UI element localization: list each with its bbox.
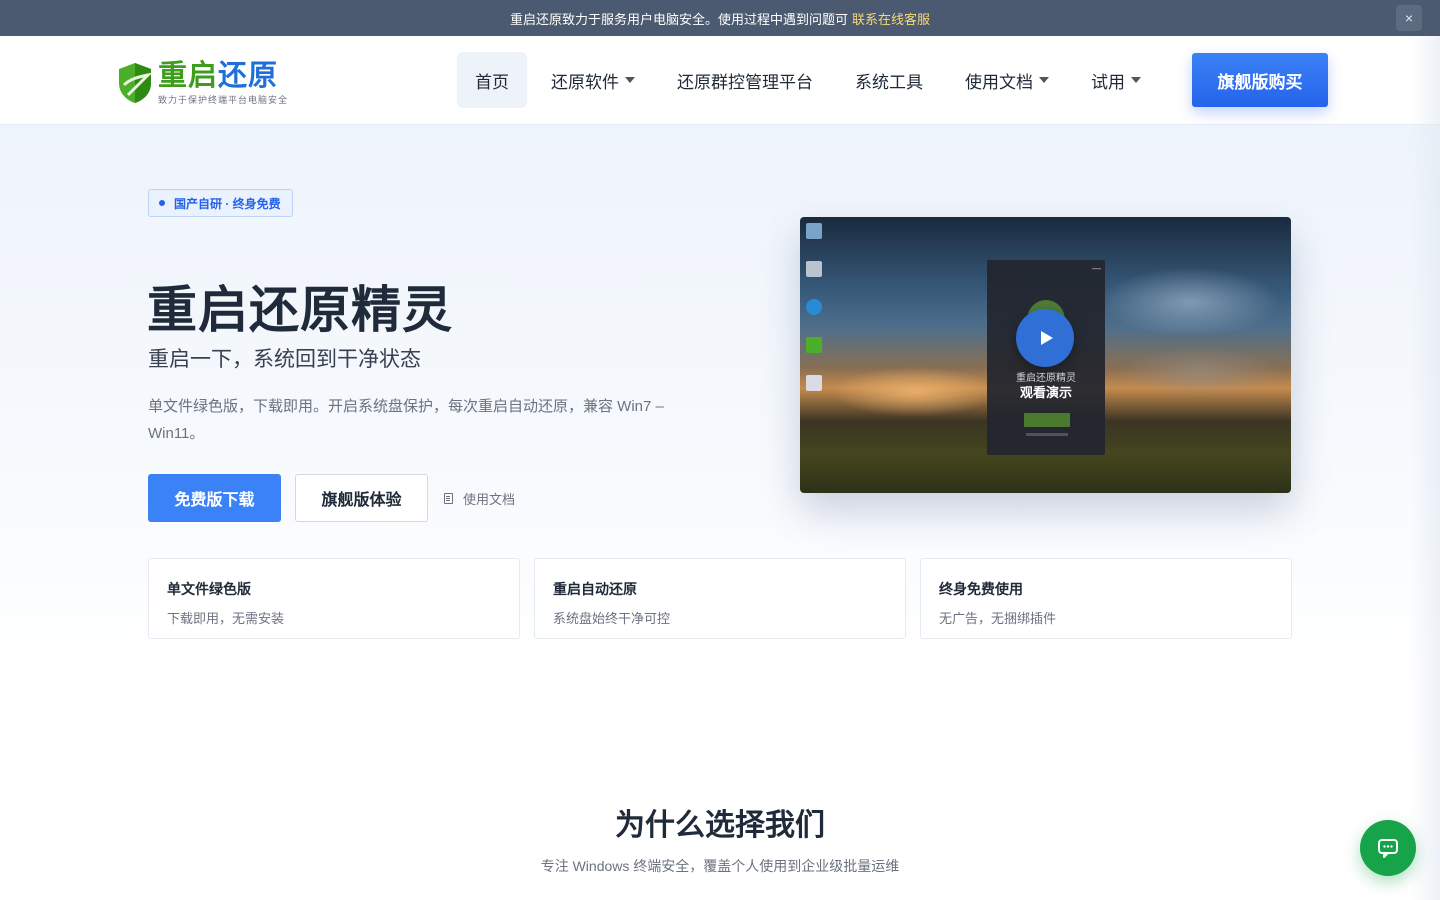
chat-button[interactable] [1360, 820, 1416, 876]
desktop-pc-icon [806, 223, 822, 239]
nav-item-home[interactable]: 首页 [457, 52, 527, 108]
minimize-icon: — [1092, 263, 1101, 273]
feature-title: 终身免费使用 [939, 581, 1023, 597]
free-download-button[interactable]: 免费版下载 [148, 474, 281, 522]
hero-description: 单文件绿色版，下载即用。开启系统盘保护，每次重启自动还原，兼容 Win7 – W… [148, 398, 664, 442]
badge-dot-icon [159, 200, 165, 206]
announcement-text: 重启还原致力于服务用户电脑安全。使用过程中遇到问题可 [509, 11, 848, 27]
close-label: × [1404, 10, 1414, 26]
flagship-trial-button[interactable]: 旗舰版体验 [295, 474, 428, 522]
desktop-icons [804, 219, 824, 413]
feature-desc: 系统盘始终干净可控 [553, 611, 671, 626]
why-section-title: 为什么选择我们 [615, 809, 825, 842]
nav-label-group-control: 还原群控管理平台 [677, 72, 813, 92]
hero-badge: 国产自研 · 终身免费 [148, 189, 293, 217]
video-scenery [1100, 267, 1280, 337]
nav-label-home: 首页 [475, 72, 509, 92]
app-window-button [1024, 413, 1070, 427]
docs-link[interactable]: 使用文档 [444, 487, 515, 509]
nav-item-docs[interactable]: 使用文档 [947, 52, 1067, 108]
chevron-down-icon [1039, 77, 1049, 83]
nav-item-trial[interactable]: 试用 [1073, 52, 1159, 108]
shield-app-icon [806, 337, 822, 353]
feature-title: 单文件绿色版 [167, 581, 251, 597]
why-section-subtitle: 专注 Windows 终端安全，覆盖个人使用到企业级批量运维 [540, 858, 900, 874]
buy-flagship-button[interactable]: 旗舰版购买 [1192, 53, 1328, 107]
watch-demo-label: 观看演示 [1019, 385, 1072, 400]
feature-card: 重启自动还原 系统盘始终干净可控 [534, 558, 906, 639]
nav-label-trial: 试用 [1091, 72, 1125, 92]
nav-item-group-control[interactable]: 还原群控管理平台 [659, 52, 831, 108]
feature-card: 单文件绿色版 下载即用，无需安装 [148, 558, 520, 639]
announcement-bar: 重启还原致力于服务用户电脑安全。使用过程中遇到问题可 联系在线客服 × [0, 0, 1440, 36]
logo-tagline: 致力于保护终端平台电脑安全 [158, 95, 289, 105]
main-nav: 首页 还原软件 还原群控管理平台 系统工具 使用文档 试用 [457, 52, 1165, 108]
app-window-note [1026, 433, 1068, 436]
logo-title-green: 重启 [158, 60, 219, 92]
docs-link-label: 使用文档 [463, 491, 516, 507]
badge-text: 国产自研 · 终身免费 [174, 196, 281, 211]
nav-label-system-tools: 系统工具 [855, 72, 923, 92]
nav-label-docs: 使用文档 [965, 72, 1033, 92]
site-logo[interactable]: 重启还原 致力于保护终端平台电脑安全 [116, 60, 288, 106]
demo-video-preview[interactable]: — 重启还原精灵 观看演示 [800, 217, 1291, 493]
feature-title: 重启自动还原 [553, 581, 637, 597]
close-icon[interactable]: × [1396, 5, 1422, 31]
site-header: 重启还原 致力于保护终端平台电脑安全 首页 还原软件 还原群控管理平台 系统工具… [0, 36, 1440, 125]
chevron-down-icon [625, 77, 635, 83]
feature-desc: 下载即用，无需安装 [167, 611, 285, 626]
online-support-link[interactable]: 联系在线客服 [852, 9, 930, 28]
document-icon [444, 492, 453, 504]
chat-icon [1378, 839, 1398, 858]
feature-card: 终身免费使用 无广告，无捆绑插件 [920, 558, 1292, 639]
nav-item-restore-software[interactable]: 还原软件 [533, 52, 653, 108]
logo-title-blue: 还原 [218, 60, 279, 92]
chevron-down-icon [1131, 77, 1141, 83]
hero-title: 重启还原精灵 [147, 282, 453, 338]
nav-item-system-tools[interactable]: 系统工具 [837, 52, 941, 108]
shield-logo-icon [119, 63, 153, 103]
recycle-bin-icon [806, 261, 822, 277]
play-icon[interactable] [1016, 309, 1074, 367]
video-scenery [830, 367, 1000, 417]
edge-icon [806, 299, 822, 315]
feature-desc: 无广告，无捆绑插件 [939, 611, 1057, 626]
nav-label-restore-software: 还原软件 [551, 72, 619, 92]
video-scenery [1120, 347, 1280, 397]
file-icon [806, 375, 822, 391]
hero-subtitle: 重启一下，系统回到干净状态 [148, 348, 421, 371]
hero-section: 国产自研 · 终身免费 重启还原精灵 重启一下，系统回到干净状态 单文件绿色版，… [0, 125, 1440, 680]
